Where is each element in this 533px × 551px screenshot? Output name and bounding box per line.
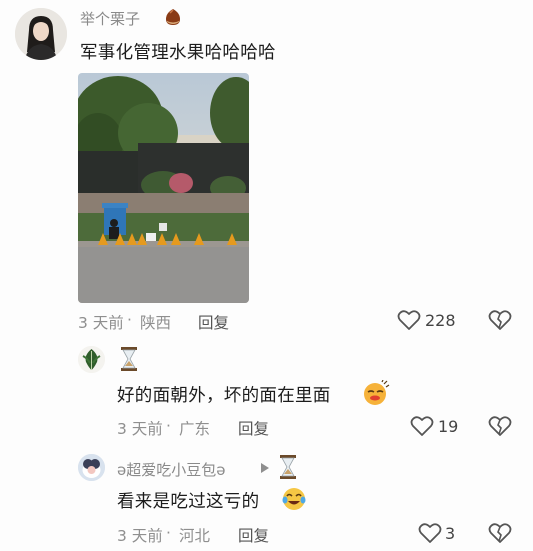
chestnut-icon bbox=[163, 7, 183, 27]
avatar[interactable] bbox=[78, 454, 105, 481]
separator-dot: · bbox=[127, 311, 132, 329]
broken-heart-icon[interactable] bbox=[488, 522, 512, 544]
hourglass-icon bbox=[279, 455, 297, 479]
heart-outline-icon[interactable] bbox=[397, 309, 421, 331]
comment-photo[interactable] bbox=[78, 73, 249, 303]
reply-button[interactable]: 回复 bbox=[238, 417, 269, 439]
comment-time: 3 天前 bbox=[117, 420, 163, 438]
reply-button[interactable]: 回复 bbox=[238, 524, 269, 546]
comment-text: 好的面朝外，坏的面在里面 bbox=[117, 386, 331, 406]
comment-text: 看来是吃过这亏的 bbox=[117, 492, 260, 512]
hourglass-icon bbox=[120, 347, 138, 371]
comment-location: 河北 bbox=[179, 527, 211, 545]
like-count: 3 bbox=[445, 524, 456, 543]
avatar[interactable] bbox=[15, 8, 67, 60]
reply-arrow-icon bbox=[260, 462, 270, 474]
comment-time: 3 天前 bbox=[117, 527, 163, 545]
separator-dot: · bbox=[166, 417, 171, 435]
heart-outline-icon[interactable] bbox=[418, 522, 442, 544]
smirk-emoji-icon bbox=[362, 380, 390, 406]
avatar[interactable] bbox=[78, 346, 105, 373]
broken-heart-icon[interactable] bbox=[488, 309, 512, 331]
username[interactable]: ə超爱吃小豆包ə bbox=[117, 459, 225, 480]
separator-dot: · bbox=[166, 524, 171, 542]
comment-text: 军事化管理水果哈哈哈哈 bbox=[80, 43, 276, 63]
laugh-cry-emoji-icon bbox=[281, 486, 307, 512]
comment-location: 广东 bbox=[179, 420, 211, 438]
username[interactable]: 举个栗子 bbox=[80, 8, 140, 29]
like-count: 19 bbox=[438, 417, 459, 436]
heart-outline-icon[interactable] bbox=[410, 415, 434, 437]
comment-time: 3 天前 bbox=[78, 314, 124, 332]
broken-heart-icon[interactable] bbox=[488, 415, 512, 437]
comment-location: 陕西 bbox=[140, 314, 172, 332]
like-count: 228 bbox=[425, 311, 456, 330]
reply-button[interactable]: 回复 bbox=[198, 311, 229, 333]
